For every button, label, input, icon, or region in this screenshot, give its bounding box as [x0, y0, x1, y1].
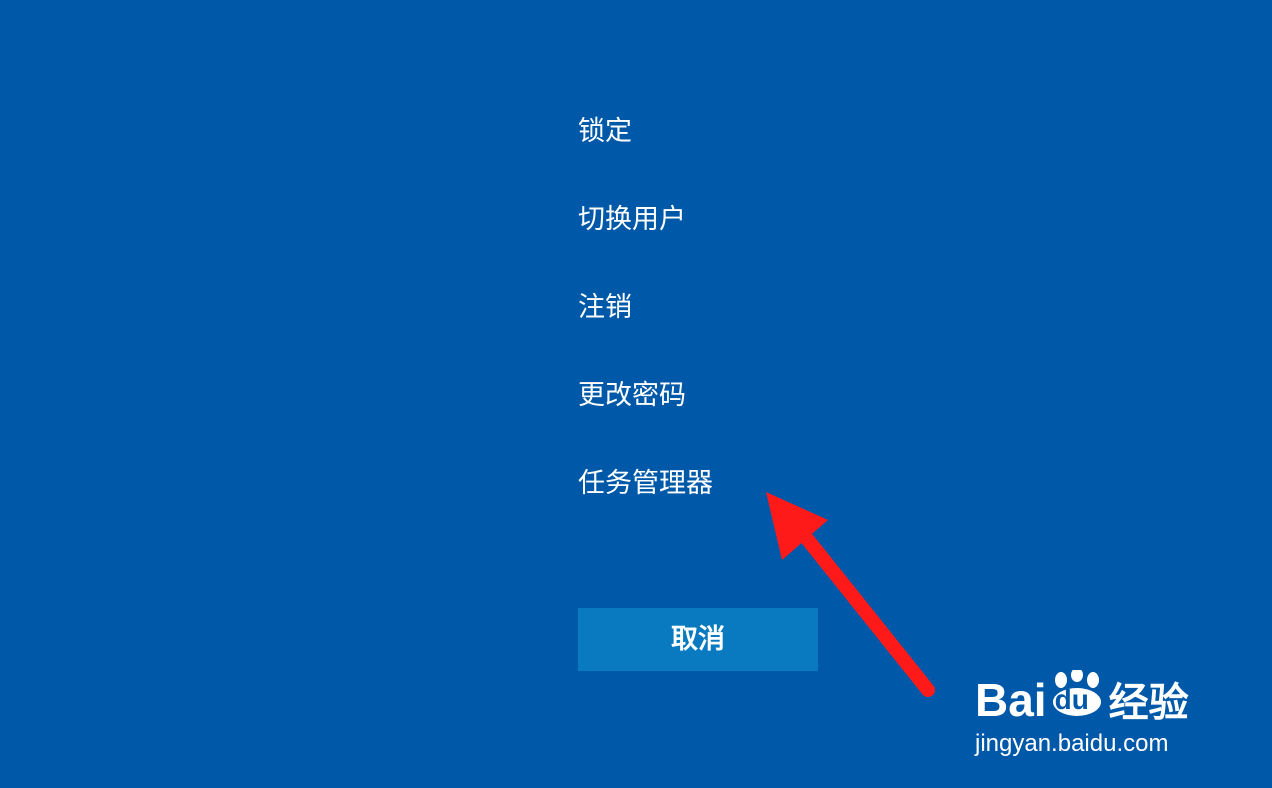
watermark-brand-prefix: Bai: [975, 674, 1047, 726]
security-options-menu: 锁定 切换用户 注销 更改密码 任务管理器: [578, 110, 998, 550]
watermark-url: jingyan.baidu.com: [975, 730, 1169, 757]
option-switch-user[interactable]: 切换用户: [578, 198, 998, 242]
watermark-brand-suffix: 经验: [1108, 681, 1189, 725]
watermark-logo: Bai du 经验: [975, 668, 1189, 728]
baidu-jingyan-watermark: Bai du 经验 jingyan.baidu.com: [975, 650, 1235, 770]
security-options-screen: 锁定 切换用户 注销 更改密码 任务管理器 取消 Bai du 经验 jingya…: [0, 0, 1272, 788]
option-lock[interactable]: 锁定: [578, 110, 998, 154]
option-task-manager[interactable]: 任务管理器: [578, 462, 998, 506]
cancel-button[interactable]: 取消: [578, 608, 818, 671]
option-sign-out[interactable]: 注销: [578, 286, 998, 330]
option-change-password[interactable]: 更改密码: [578, 374, 998, 418]
watermark-brand-du: du: [1054, 684, 1089, 715]
paw-icon: du: [1047, 668, 1107, 716]
